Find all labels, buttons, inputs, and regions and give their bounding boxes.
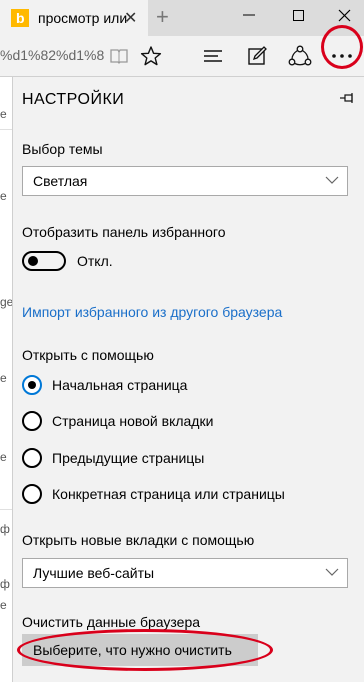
radio-label: Страница новой вкладки bbox=[52, 413, 214, 429]
tab-close-icon[interactable]: ✕ bbox=[124, 8, 137, 28]
bing-favicon-icon: b bbox=[11, 9, 29, 27]
theme-dropdown[interactable]: Светлая bbox=[22, 166, 348, 196]
tab-title: просмотр или bbox=[38, 10, 128, 26]
page-divider bbox=[0, 129, 12, 130]
address-bar[interactable]: %d1%82%d1%8 bbox=[0, 47, 104, 63]
page-text-fragment: ф bbox=[0, 522, 10, 536]
page-content-behind: e e ge e e ф ф e bbox=[0, 77, 12, 682]
radio-button[interactable] bbox=[22, 448, 42, 468]
chevron-down-icon bbox=[325, 568, 339, 576]
reading-view-icon[interactable] bbox=[104, 42, 134, 70]
import-favorites-link[interactable]: Импорт избранного из другого браузера bbox=[22, 304, 282, 320]
page-text-fragment: e bbox=[0, 371, 7, 385]
hub-icon[interactable] bbox=[198, 42, 228, 70]
new-tabs-label: Открыть новые вкладки с помощью bbox=[22, 532, 255, 548]
annotation-circle-clear bbox=[17, 629, 273, 671]
page-text-fragment: e bbox=[0, 598, 7, 612]
clear-data-label: Очистить данные браузера bbox=[22, 614, 201, 630]
new-tabs-value: Лучшие веб-сайты bbox=[33, 565, 155, 581]
share-icon[interactable] bbox=[285, 42, 315, 70]
minimize-button[interactable] bbox=[234, 4, 264, 30]
radio-button[interactable] bbox=[22, 484, 42, 504]
radio-label: Конкретная страница или страницы bbox=[52, 486, 285, 502]
new-tab-button[interactable]: + bbox=[156, 4, 169, 30]
close-icon bbox=[338, 9, 351, 22]
web-note-icon[interactable] bbox=[242, 42, 272, 70]
browser-toolbar: %d1%82%d1%8 bbox=[0, 36, 364, 77]
settings-panel: НАСТРОЙКИ Выбор темы Светлая Отобразить … bbox=[12, 77, 364, 682]
open-with-label: Открыть с помощью bbox=[22, 347, 154, 363]
maximize-button[interactable] bbox=[284, 4, 314, 30]
page-text-fragment: ge bbox=[0, 295, 12, 309]
active-tab[interactable]: b просмотр или ✕ bbox=[0, 0, 148, 36]
radio-label: Начальная страница bbox=[52, 377, 188, 393]
pin-icon[interactable] bbox=[339, 91, 355, 109]
annotation-circle-more bbox=[321, 25, 363, 69]
radio-button-checked[interactable] bbox=[22, 375, 42, 395]
radio-button[interactable] bbox=[22, 411, 42, 431]
page-text-fragment: e bbox=[0, 450, 7, 464]
page-text-fragment: e bbox=[0, 107, 7, 121]
title-bar: b просмотр или ✕ + bbox=[0, 0, 364, 36]
chevron-down-icon bbox=[325, 176, 339, 184]
toggle-knob bbox=[28, 256, 38, 266]
maximize-icon bbox=[293, 10, 304, 21]
page-divider bbox=[0, 509, 12, 510]
favorites-bar-toggle-label: Откл. bbox=[77, 253, 113, 269]
panel-title: НАСТРОЙКИ bbox=[22, 91, 125, 108]
favorites-star-icon[interactable] bbox=[136, 42, 166, 70]
favorites-bar-toggle[interactable] bbox=[22, 251, 66, 271]
new-tabs-dropdown[interactable]: Лучшие веб-сайты bbox=[22, 558, 348, 588]
page-text-fragment: e bbox=[0, 189, 7, 203]
radio-label: Предыдущие страницы bbox=[52, 450, 205, 466]
minimize-icon bbox=[243, 14, 255, 16]
page-text-fragment: ф bbox=[0, 577, 10, 591]
theme-value: Светлая bbox=[33, 173, 88, 189]
theme-label: Выбор темы bbox=[22, 141, 103, 157]
favorites-bar-label: Отобразить панель избранного bbox=[22, 224, 226, 240]
